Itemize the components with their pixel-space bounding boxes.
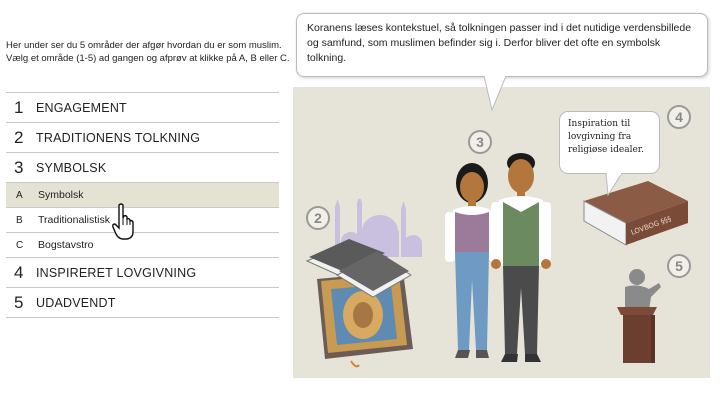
area-menu: 1 ENGAGEMENT 2 TRADITIONENS TOLKNING 3 S… xyxy=(6,92,279,318)
option-c-bogstavstro[interactable]: C Bogstavstro xyxy=(6,232,279,257)
speech-bubble-text: Koranens læses kontekstuel, så tolkninge… xyxy=(307,22,692,64)
inspiration-bubble-text: Inspiration til lovgivning fra religiøse… xyxy=(568,119,644,155)
option-label: Bogstavstro xyxy=(38,239,94,251)
menu-item-label: ENGAGEMENT xyxy=(36,100,127,115)
option-letter: C xyxy=(16,239,24,251)
menu-item-number: 4 xyxy=(14,262,24,282)
menu-item-engagement[interactable]: 1 ENGAGEMENT xyxy=(6,92,279,122)
speaker-podium-image xyxy=(617,269,661,363)
option-letter: B xyxy=(16,214,23,226)
menu-item-label: SYMBOLSK xyxy=(36,160,107,175)
menu-item-label: INSPIRERET LOVGIVNING xyxy=(36,265,197,280)
menu-item-number: 2 xyxy=(14,127,24,147)
option-label: Traditionalistisk xyxy=(38,214,110,226)
book-stack-image xyxy=(305,239,412,298)
scene-marker-3[interactable]: 3 xyxy=(468,130,492,154)
scene-marker-2[interactable]: 2 xyxy=(306,206,330,230)
instructions-line-2: Vælg et område (1-5) ad gangen og afprøv… xyxy=(6,52,290,64)
speech-bubble: Koranens læses kontekstuel, så tolkninge… xyxy=(296,13,708,77)
option-a-symbolsk[interactable]: A Symbolsk xyxy=(6,182,279,207)
hand-cursor-icon xyxy=(112,203,134,240)
menu-item-number: 1 xyxy=(14,97,24,117)
inspiration-speech-bubble: Inspiration til lovgivning fra religiøse… xyxy=(559,111,660,174)
law-book-image: LOVBOG §§§ xyxy=(583,181,688,246)
instructions-line-1: Her under ser du 5 områder der afgør hvo… xyxy=(6,40,282,51)
scene-marker-4[interactable]: 4 xyxy=(667,105,691,129)
menu-item-number: 5 xyxy=(14,292,24,312)
menu-item-inspireret-lovgivning[interactable]: 4 INSPIRERET LOVGIVNING xyxy=(6,257,279,287)
menu-item-label: UDADVENDT xyxy=(36,295,116,310)
menu-item-symbolsk[interactable]: 3 SYMBOLSK xyxy=(6,152,279,182)
option-b-traditionalistisk[interactable]: B Traditionalistisk xyxy=(6,207,279,232)
inspiration-bubble-tail xyxy=(605,173,623,197)
instructions: Her under ser du 5 områder der afgør hvo… xyxy=(6,40,291,65)
menu-item-number: 3 xyxy=(14,157,24,177)
option-letter: A xyxy=(16,189,23,201)
option-label: Symbolsk xyxy=(38,189,84,201)
menu-item-label: TRADITIONENS TOLKNING xyxy=(36,130,201,145)
speech-bubble-tail xyxy=(484,76,507,112)
menu-item-udadvendt[interactable]: 5 UDADVENDT xyxy=(6,287,279,318)
menu-item-traditionens-tolkning[interactable]: 2 TRADITIONENS TOLKNING xyxy=(6,122,279,152)
scene-marker-5[interactable]: 5 xyxy=(667,254,691,278)
man-figure xyxy=(491,153,551,362)
